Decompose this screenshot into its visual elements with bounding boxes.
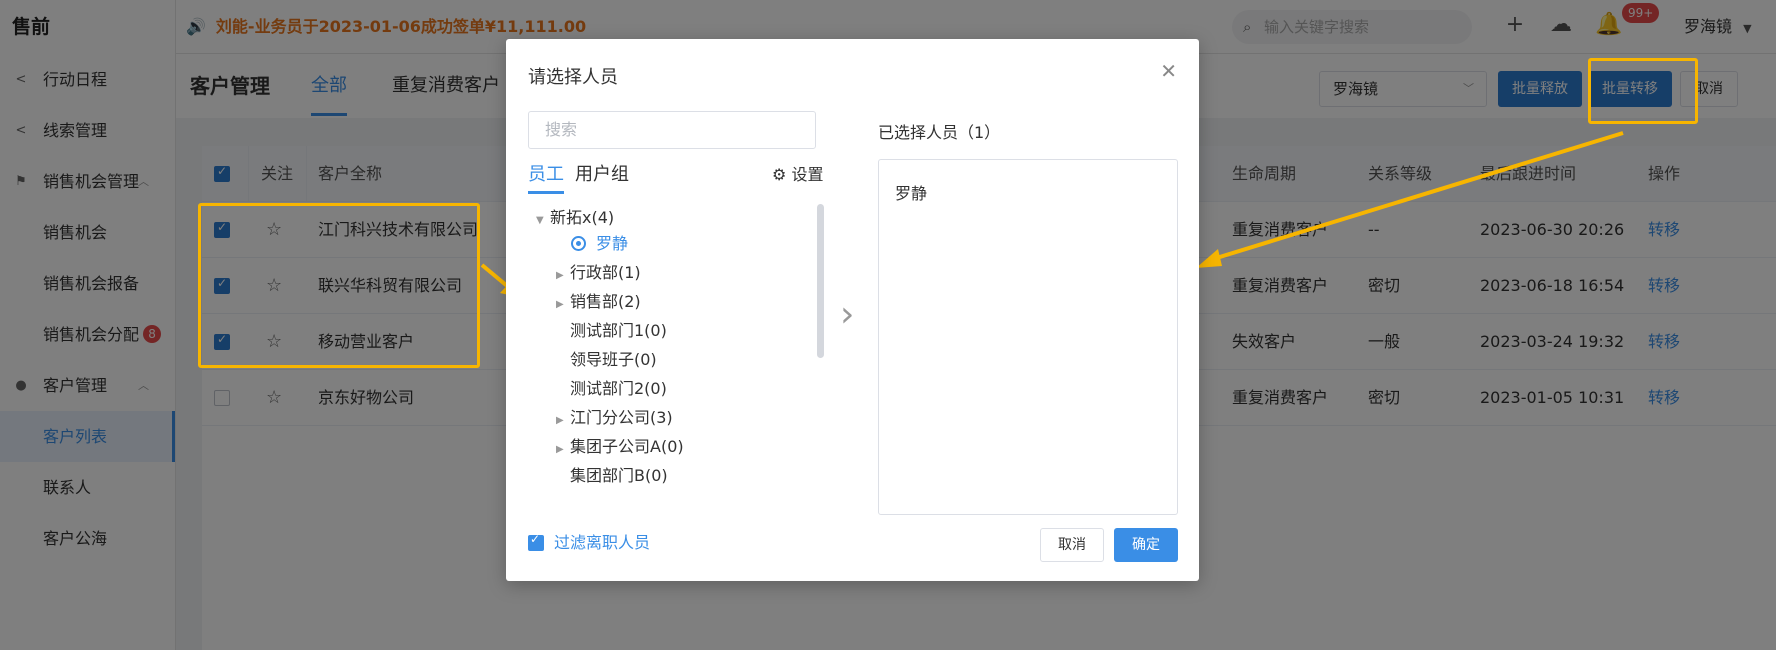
person-search-input[interactable]: 搜索	[528, 111, 816, 149]
tree-node-label: 罗静	[596, 234, 629, 253]
caret-right-icon: ▶	[556, 415, 564, 426]
chevron-right-icon[interactable]: ›	[840, 294, 854, 335]
tree-node-label: 江门分公司(3)	[570, 408, 673, 427]
caret-right-icon: ▶	[556, 444, 564, 455]
dialog-cancel-button[interactable]: 取消	[1040, 528, 1104, 562]
arrow-head-right	[1196, 249, 1222, 268]
tree-node[interactable]: ▶ 集团子公司A(0)	[556, 432, 684, 461]
tree-node[interactable]: 领导班子(0)	[570, 345, 657, 374]
tree-node[interactable]: 集团部门B(0)	[570, 461, 668, 490]
caret-down-icon: ▼	[536, 215, 544, 226]
radio-selected-icon	[571, 236, 586, 251]
tree-node-label: 集团部门B(0)	[570, 466, 668, 485]
tree-node-label: 集团子公司A(0)	[570, 437, 684, 456]
tree-node-label: 测试部门2(0)	[570, 379, 667, 398]
tree-node-label: 测试部门1(0)	[570, 321, 667, 340]
tree-node-label: 新拓x(4)	[550, 208, 615, 227]
dialog-confirm-button[interactable]: 确定	[1114, 528, 1178, 562]
selected-count-label: 已选择人员（1）	[878, 123, 1001, 142]
arrow-line-right	[1209, 131, 1624, 262]
select-person-dialog: 请选择人员 ✕ 搜索 员工 用户组 ⚙ 设置 ▼ 新拓x(4) 罗静 ▶ 行政部(1…	[506, 39, 1199, 581]
filter-resigned-label[interactable]: 过滤离职人员	[554, 532, 650, 554]
tree-node-selected[interactable]: 罗静	[571, 229, 628, 258]
tree-node-label: 行政部(1)	[570, 263, 641, 282]
tab-user-group[interactable]: 用户组	[575, 159, 629, 191]
tree-node[interactable]: ▶ 江门分公司(3)	[556, 403, 673, 432]
org-tree: ▼ 新拓x(4) 罗静 ▶ 行政部(1) ▶ 销售部(2) 测试部门1(0) 领导班子…	[528, 203, 828, 503]
settings-button[interactable]: ⚙ 设置	[772, 159, 823, 191]
caret-right-icon: ▶	[556, 299, 564, 310]
tree-node[interactable]: 测试部门2(0)	[570, 374, 667, 403]
tree-scrollbar[interactable]	[817, 204, 824, 358]
gear-icon: ⚙	[772, 165, 787, 184]
dialog-title: 请选择人员	[528, 67, 618, 88]
tree-node-label: 销售部(2)	[570, 292, 641, 311]
caret-right-icon: ▶	[556, 270, 564, 281]
tree-node[interactable]: ▼ 新拓x(4)	[536, 203, 614, 232]
tree-node[interactable]: 测试部门1(0)	[570, 316, 667, 345]
filter-resigned-checkbox[interactable]	[528, 532, 544, 551]
tree-node[interactable]: ▶ 行政部(1)	[556, 258, 641, 287]
tree-node-label: 领导班子(0)	[570, 350, 657, 369]
tree-node[interactable]: ▶ 销售部(2)	[556, 287, 641, 316]
tab-staff[interactable]: 员工	[528, 159, 564, 194]
settings-label: 设置	[791, 165, 824, 184]
selected-person[interactable]: 罗静	[895, 180, 927, 204]
selected-list: 罗静	[878, 159, 1178, 515]
close-icon[interactable]: ✕	[1160, 59, 1177, 83]
